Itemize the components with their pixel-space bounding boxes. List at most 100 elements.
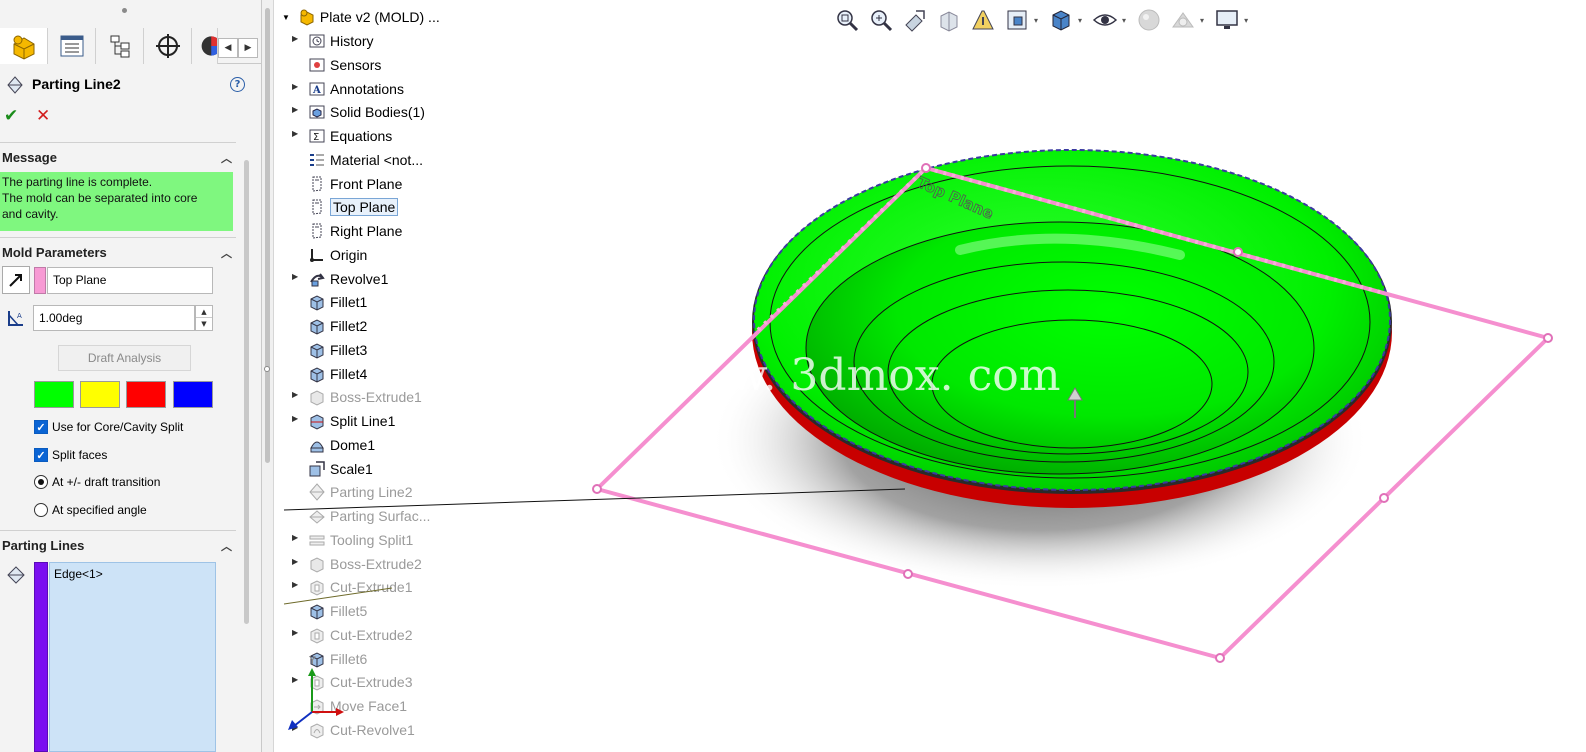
draft-angle-input[interactable]: 1.00deg xyxy=(33,305,195,331)
graphics-viewport[interactable]: Top Plane w. 3dmox. com Y xyxy=(274,40,1586,752)
panel-splitter[interactable] xyxy=(262,0,274,752)
message-line: and cavity. xyxy=(2,207,59,221)
use-core-cavity-split-checkbox[interactable]: ✓ Use for Core/Cavity Split xyxy=(34,418,183,436)
display-style-dropdown[interactable]: ▾ xyxy=(1078,16,1082,25)
splitter-scrollbar[interactable] xyxy=(265,8,270,463)
plate-well xyxy=(805,221,1315,475)
color-blue-button[interactable] xyxy=(173,381,213,408)
appearance-button[interactable] xyxy=(1134,5,1164,35)
display-style-icon xyxy=(1052,10,1070,31)
property-manager-header: Parting Line2 ? xyxy=(0,72,262,98)
axis-triad[interactable]: Y xyxy=(288,654,344,730)
collapse-chevron-icon[interactable]: ︿ xyxy=(221,245,232,261)
stepper-down-icon[interactable]: ▼ xyxy=(196,318,212,330)
scene-dropdown[interactable]: ▾ xyxy=(1200,16,1204,25)
eye-icon xyxy=(1092,14,1118,26)
zoom-to-fit-button[interactable] xyxy=(832,5,862,35)
dynamic-annotation-icon xyxy=(972,10,994,30)
section-divider xyxy=(0,530,236,531)
draft-angle-stepper[interactable]: ▲ ▼ xyxy=(195,305,213,331)
draft-transition-radio[interactable]: At +/- draft transition xyxy=(34,473,160,491)
reverse-direction-button[interactable] xyxy=(2,266,30,294)
plane-handle[interactable] xyxy=(1543,333,1553,343)
view-settings-button[interactable] xyxy=(1212,5,1242,35)
section-title: Parting Lines xyxy=(2,538,85,553)
checkbox-checked-icon[interactable]: ✓ xyxy=(34,448,48,462)
section-title: Message xyxy=(2,150,57,165)
tab-feature-manager[interactable] xyxy=(0,28,48,64)
dynamic-annotation-button[interactable] xyxy=(968,5,998,35)
tab-configuration-manager[interactable] xyxy=(96,28,144,64)
plane-handle[interactable] xyxy=(1379,493,1389,503)
configuration-manager-icon xyxy=(110,35,129,58)
message-section-header[interactable]: Message ︿ xyxy=(0,150,236,170)
part-icon xyxy=(300,9,314,26)
view-orientation-button[interactable] xyxy=(1002,5,1032,35)
plane-handle[interactable] xyxy=(903,569,913,579)
watermark-text: w. 3dmox. com xyxy=(730,350,1060,401)
tab-scroll-left[interactable]: ◀ xyxy=(218,38,238,58)
property-manager-panel: ◀ ▶ Parting Line2 ? ✔ ✕ Message ︿ The pa… xyxy=(0,0,262,752)
checkbox-label: Use for Core/Cavity Split xyxy=(52,420,184,434)
cancel-button[interactable]: ✕ xyxy=(36,106,50,126)
triad-y-label: Y xyxy=(308,654,316,667)
checkbox-checked-icon[interactable]: ✓ xyxy=(34,420,48,434)
display-manager-icon xyxy=(201,36,217,56)
collapse-chevron-icon[interactable]: ︿ xyxy=(221,150,232,166)
plane-handle[interactable] xyxy=(592,484,602,494)
feature-manager-icon xyxy=(13,35,34,60)
radio-unselected-icon[interactable] xyxy=(34,503,48,517)
ok-button[interactable]: ✔ xyxy=(4,106,18,126)
radio-selected-icon[interactable] xyxy=(34,475,48,489)
section-divider xyxy=(0,142,236,143)
previous-view-button[interactable] xyxy=(900,5,930,35)
specified-angle-radio[interactable]: At specified angle xyxy=(34,501,147,519)
list-item[interactable]: Edge<1> xyxy=(54,567,211,581)
view-orientation-icon xyxy=(1007,10,1027,30)
display-style-button[interactable] xyxy=(1046,5,1076,35)
expand-arrow-icon[interactable]: ▼ xyxy=(282,13,290,22)
section-view-button[interactable] xyxy=(934,5,964,35)
scene-icon xyxy=(1172,12,1195,28)
parting-lines-section-header[interactable]: Parting Lines ︿ xyxy=(0,538,236,558)
tab-dimxpert-manager[interactable] xyxy=(144,28,192,64)
collapse-chevron-icon[interactable]: ︿ xyxy=(221,538,232,554)
message-line: The mold can be separated into core xyxy=(2,191,198,205)
splitter-handle[interactable] xyxy=(264,366,270,372)
help-button[interactable]: ? xyxy=(230,77,245,92)
tab-scroll-arrows: ◀ ▶ xyxy=(218,38,258,58)
tab-scroll-right[interactable]: ▶ xyxy=(238,38,258,58)
checkmark-icon: ✔ xyxy=(4,106,19,126)
appearance-icon xyxy=(1138,9,1160,31)
color-yellow-button[interactable] xyxy=(80,381,120,408)
parting-line-edge-icon xyxy=(7,566,25,584)
panel-scrollbar[interactable] xyxy=(244,160,249,624)
scene-button[interactable] xyxy=(1168,5,1198,35)
section-title: Mold Parameters xyxy=(2,245,107,260)
view-orientation-dropdown[interactable]: ▾ xyxy=(1034,16,1038,25)
direction-color-swatch xyxy=(34,267,46,294)
tab-property-manager[interactable] xyxy=(48,28,96,64)
plane-handle[interactable] xyxy=(1233,247,1243,257)
direction-arrow-icon xyxy=(9,274,22,287)
plane-handle[interactable] xyxy=(1215,653,1225,663)
crosshair-icon xyxy=(155,34,180,58)
color-green-button[interactable] xyxy=(34,381,74,408)
plane-handle[interactable] xyxy=(921,163,931,173)
parting-line-selection-list[interactable]: Edge<1> xyxy=(49,562,216,752)
draft-analysis-button[interactable]: Draft Analysis xyxy=(58,345,191,371)
color-red-button[interactable] xyxy=(126,381,166,408)
split-faces-checkbox[interactable]: ✓ Split faces xyxy=(34,446,107,464)
direction-reference-field[interactable]: Top Plane xyxy=(47,267,213,294)
mold-parameters-section-header[interactable]: Mold Parameters ︿ xyxy=(0,245,236,265)
view-settings-dropdown[interactable]: ▾ xyxy=(1244,16,1248,25)
tab-display-manager[interactable] xyxy=(192,28,218,64)
stepper-up-icon[interactable]: ▲ xyxy=(196,306,212,318)
solidworks-window: ◀ ▶ Parting Line2 ? ✔ ✕ Message ︿ The pa… xyxy=(0,0,1586,752)
hide-show-button[interactable] xyxy=(1090,5,1120,35)
tree-root-item[interactable]: ▼ Plate v2 (MOLD) ... xyxy=(282,6,440,28)
panel-grip-handle[interactable] xyxy=(122,8,127,13)
radio-label: At specified angle xyxy=(52,503,147,517)
hide-show-dropdown[interactable]: ▾ xyxy=(1122,16,1126,25)
zoom-area-button[interactable] xyxy=(866,5,896,35)
